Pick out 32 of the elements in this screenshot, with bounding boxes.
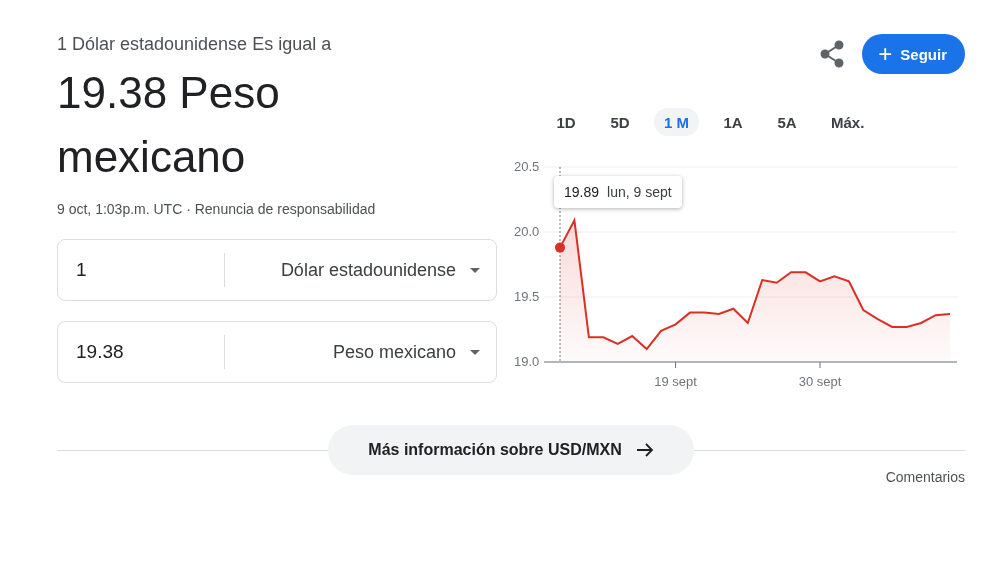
arrow-right-icon: [635, 443, 654, 457]
tooltip-date: lun, 9 sept: [607, 184, 672, 200]
caret-icon: [470, 267, 480, 273]
amount-input[interactable]: 1: [58, 259, 224, 281]
follow-button[interactable]: + Seguir: [862, 34, 965, 74]
conversion-result: 19.38 Peso mexicano: [57, 67, 281, 183]
y-axis-label: 19.5: [514, 289, 540, 304]
y-axis-label: 19.0: [514, 354, 540, 369]
currency-select[interactable]: Dólar estadounidense: [225, 259, 496, 281]
range-tab[interactable]: 5D: [600, 108, 640, 136]
caret-icon: [470, 349, 480, 355]
more-info-button[interactable]: Más información sobre USD/MXN: [328, 425, 694, 475]
disclaimer-link[interactable]: Renuncia de responsabilidad: [194, 201, 376, 217]
y-axis-label: 20.5: [514, 159, 540, 174]
amount-input[interactable]: 19.38: [58, 341, 224, 363]
timestamp: 9 oct, 1:03p.m. UTC ·: [57, 201, 192, 217]
y-axis-label: 20.0: [514, 224, 540, 239]
feedback-link[interactable]: Comentarios: [885, 469, 965, 485]
range-tab[interactable]: 5A: [767, 108, 807, 136]
range-tab[interactable]: Máx.: [821, 108, 875, 136]
share-icon[interactable]: [820, 40, 845, 68]
conversion-subtitle: 1 Dólar estadounidense Es igual a: [57, 34, 333, 55]
range-tab[interactable]: 1A: [713, 108, 753, 136]
converter-field[interactable]: 19.38 Peso mexicano: [57, 321, 497, 383]
x-axis-label: 19 sept: [654, 374, 697, 389]
range-tab[interactable]: 1 M: [654, 108, 699, 136]
hover-point: [555, 242, 565, 253]
tooltip-value: 19.89: [564, 184, 600, 200]
range-tab[interactable]: 1D: [546, 108, 586, 136]
currency-select[interactable]: Peso mexicano: [225, 341, 496, 363]
converter-field[interactable]: 1 Dólar estadounidense: [57, 239, 497, 301]
x-axis-label: 30 sept: [798, 374, 842, 389]
